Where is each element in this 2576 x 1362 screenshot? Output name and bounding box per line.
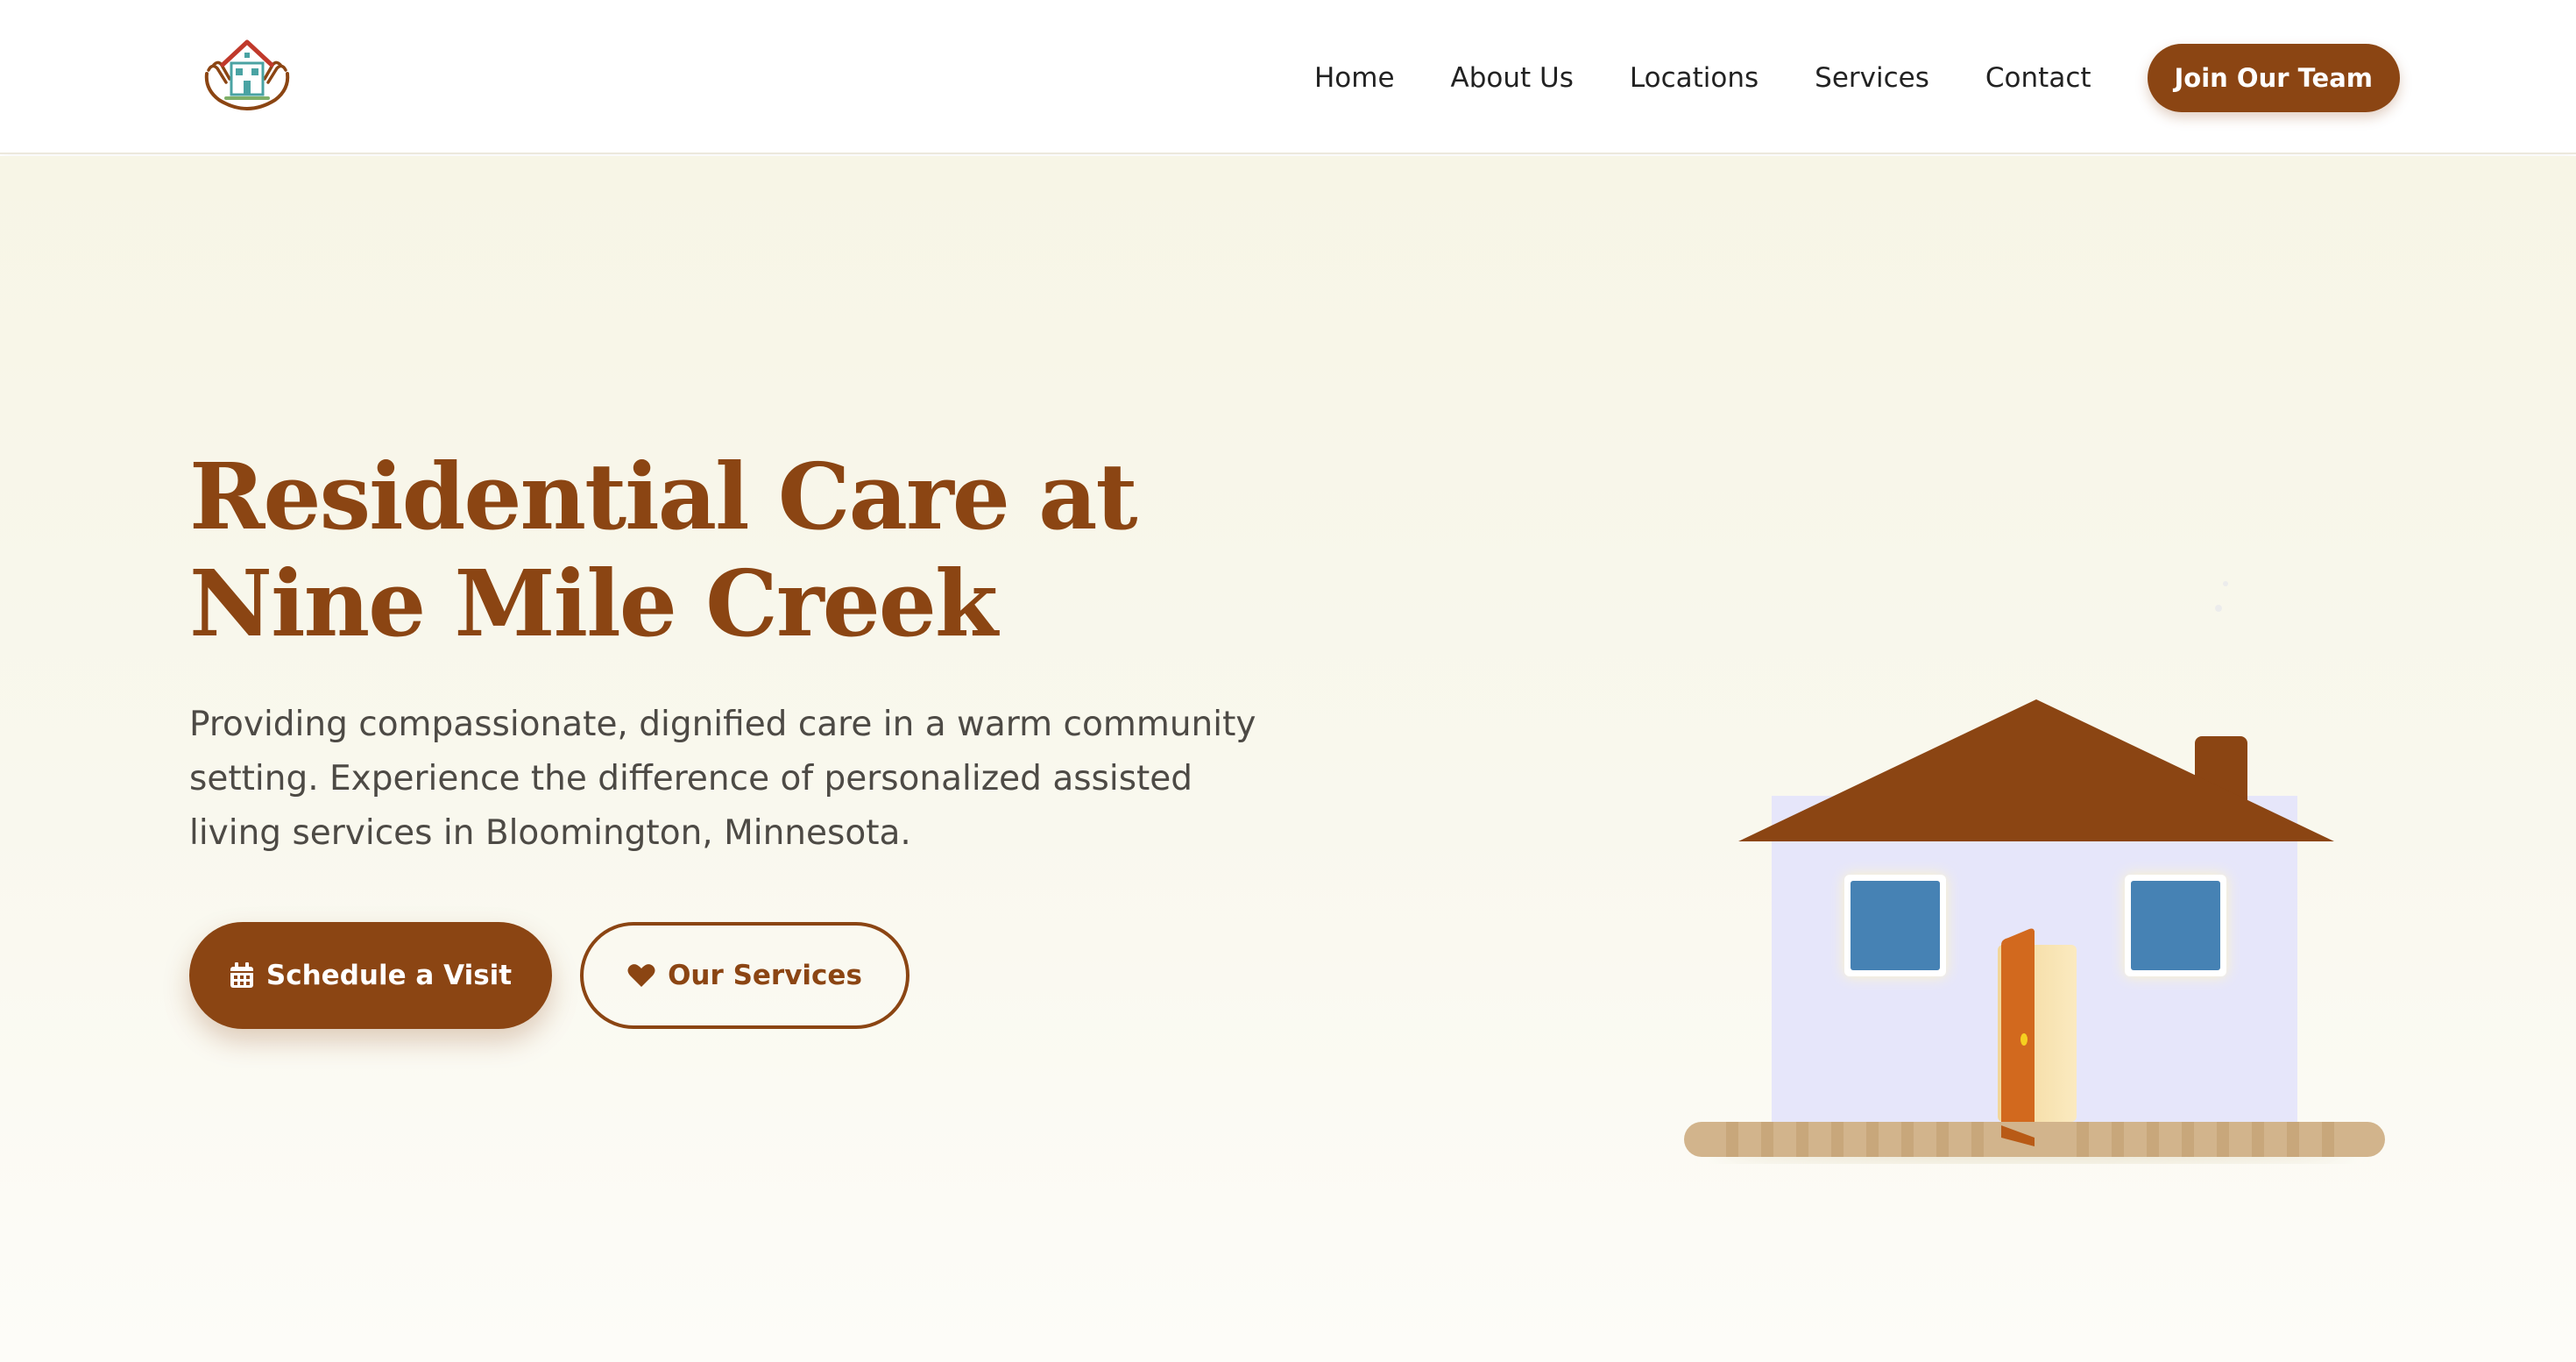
schedule-visit-label: Schedule a Visit — [265, 960, 513, 991]
nav-contact-link[interactable]: Contact — [1985, 62, 2091, 94]
hero-title-line-2: Nine Mile Creek — [189, 550, 998, 657]
nav-home-link[interactable]: Home — [1314, 62, 1395, 94]
our-services-label: Our Services — [668, 960, 862, 991]
nav-about-link[interactable]: About Us — [1451, 62, 1574, 94]
hero-section: Residential Care at Nine Mile Creek Prov… — [0, 156, 2576, 1362]
schedule-visit-button[interactable]: Schedule a Visit — [189, 922, 552, 1029]
hero-title: Residential Care at Nine Mile Creek — [189, 443, 1328, 657]
home-logo-icon[interactable] — [200, 35, 294, 114]
house-illustration — [1665, 533, 2418, 1164]
hero-description: Providing compassionate, dignified care … — [189, 705, 1256, 853]
hero-title-line-1: Residential Care at — [189, 443, 1138, 550]
join-team-button[interactable]: Join Our Team — [2147, 44, 2400, 112]
calendar-icon — [230, 962, 254, 989]
our-services-button[interactable]: Our Services — [580, 922, 909, 1029]
nav-locations-link[interactable]: Locations — [1630, 62, 1759, 94]
main-nav: Home About Us Locations Services Contact… — [1314, 44, 2400, 112]
heart-icon — [627, 963, 655, 988]
site-header: Home About Us Locations Services Contact… — [0, 0, 2576, 154]
nav-services-link[interactable]: Services — [1815, 62, 1929, 94]
